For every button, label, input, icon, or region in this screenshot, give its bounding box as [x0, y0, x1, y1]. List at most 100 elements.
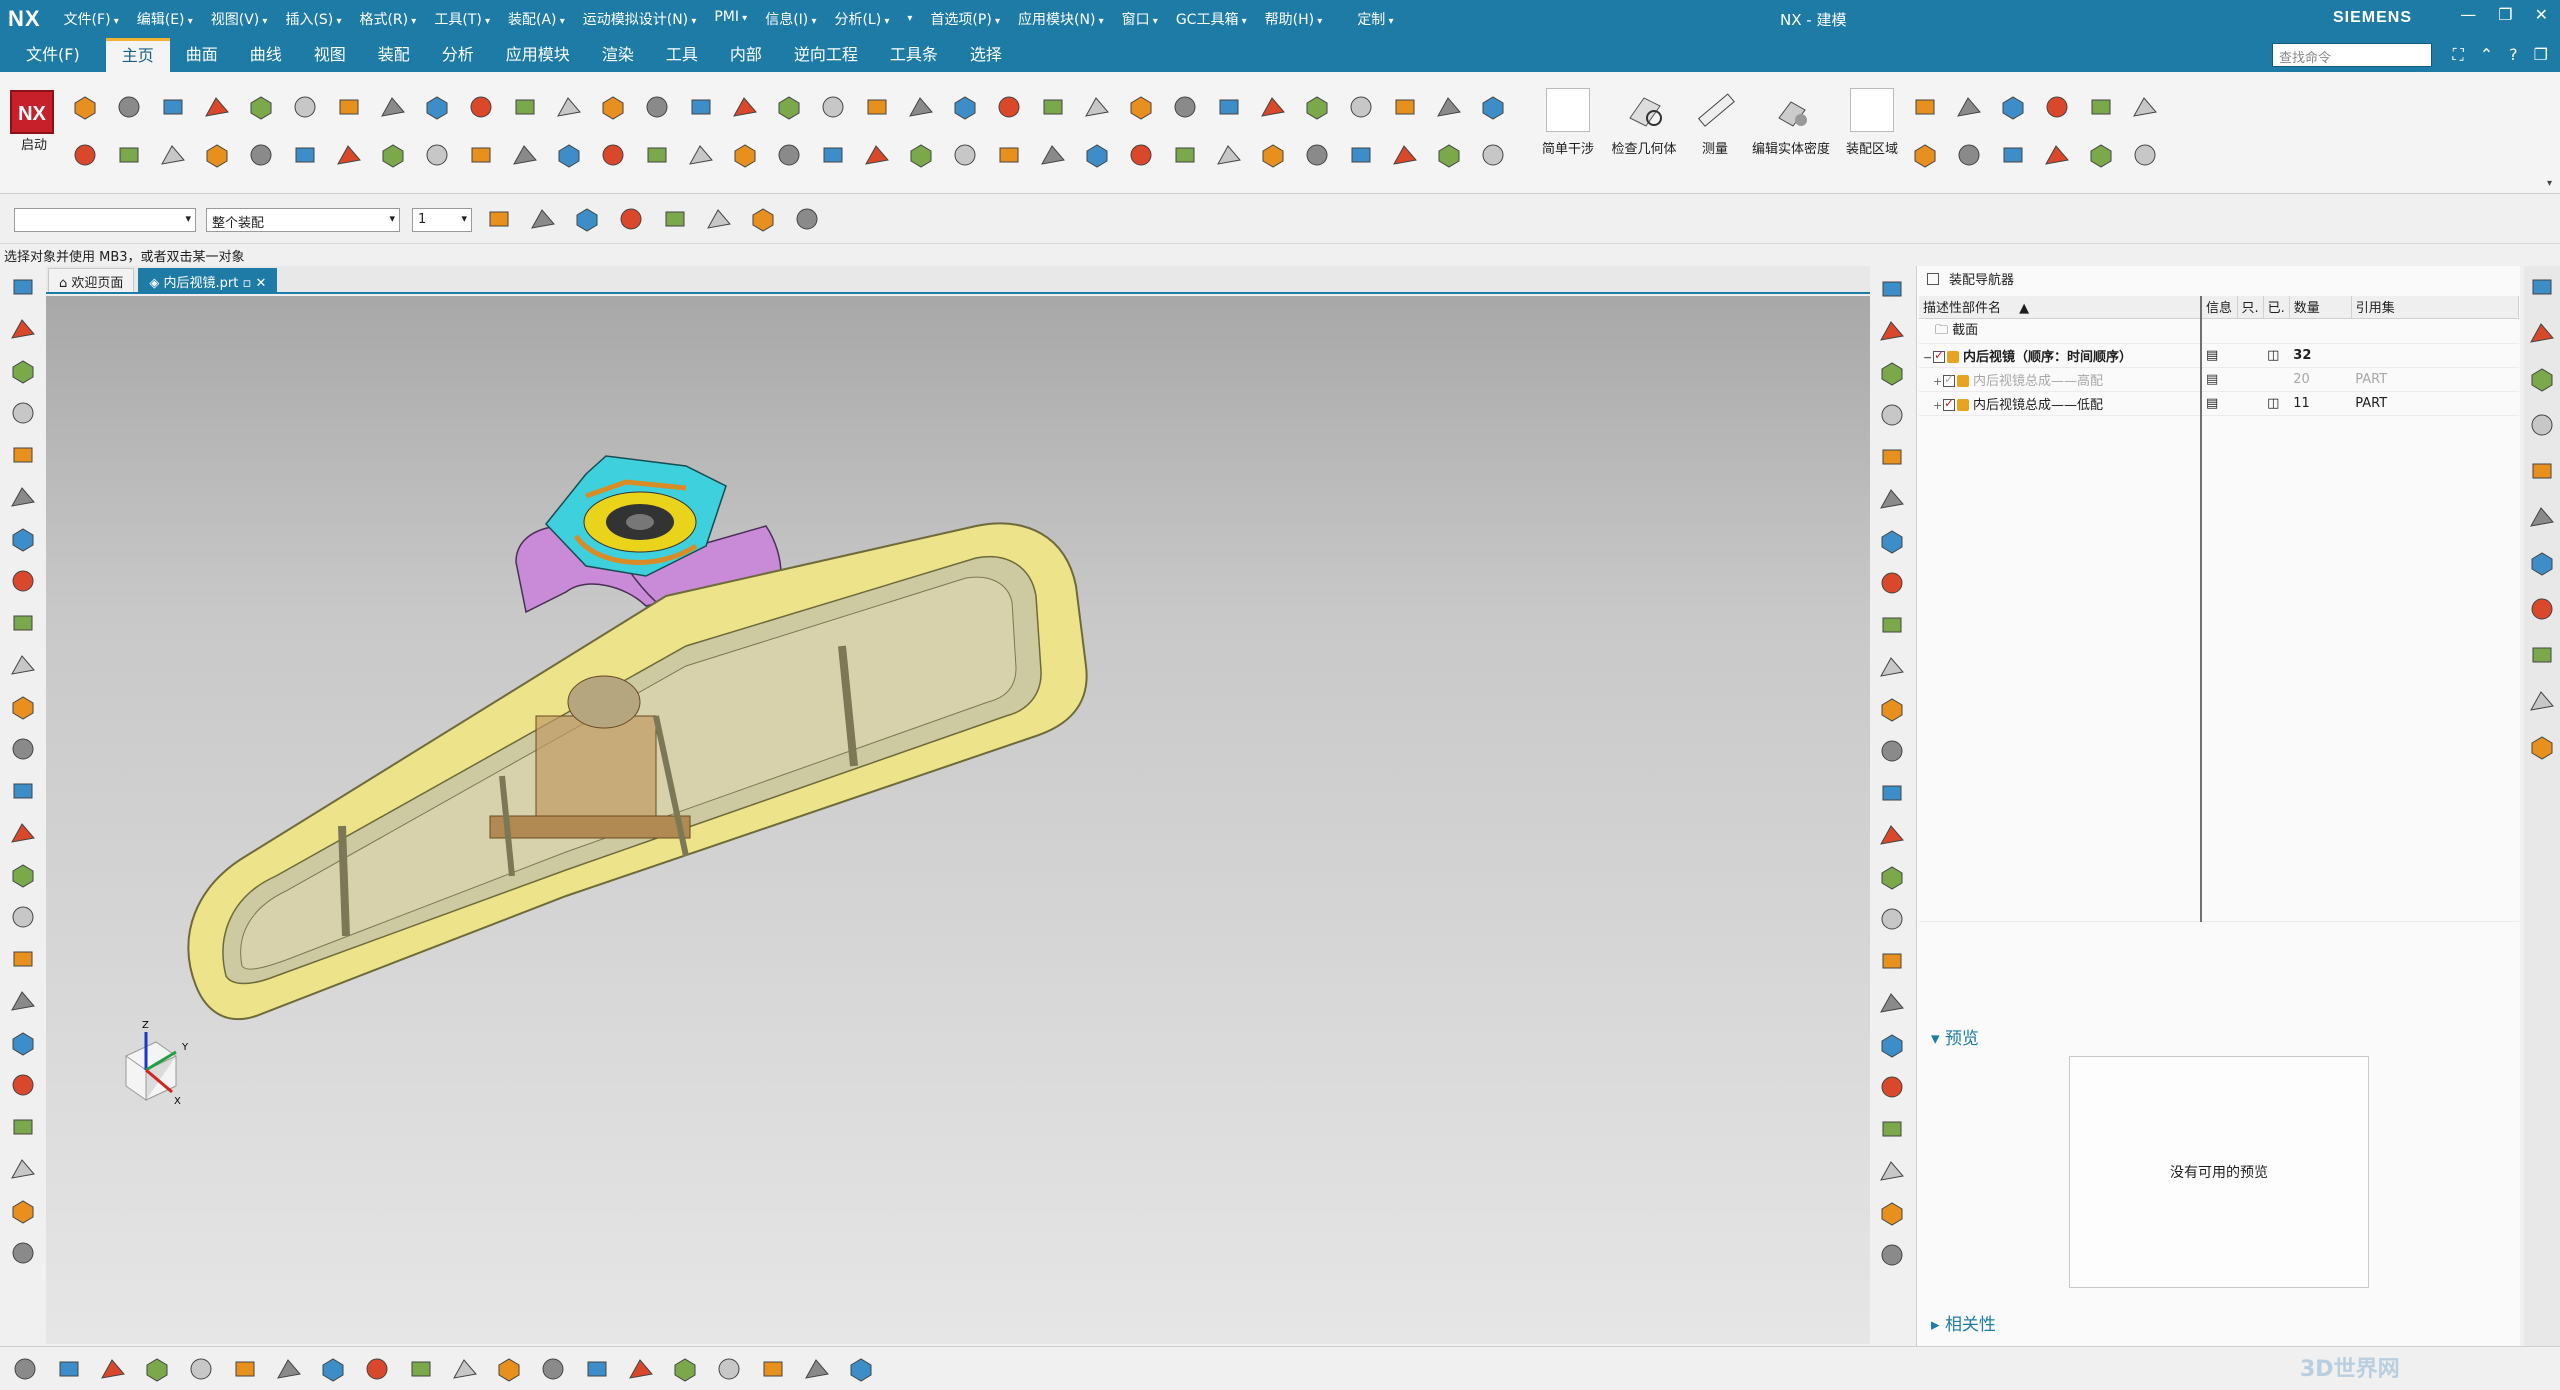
ribbon-tool-icon[interactable]: [598, 140, 628, 170]
ribbon-tool-icon[interactable]: [1346, 92, 1376, 122]
left-tool-icon[interactable]: [8, 1112, 38, 1142]
left-tool-icon[interactable]: [8, 902, 38, 932]
left-tool-icon[interactable]: [8, 860, 38, 890]
ribbon-tool-icon[interactable]: [994, 92, 1024, 122]
right-tool-icon[interactable]: [1877, 442, 1907, 472]
bottom-tool-icon[interactable]: [846, 1354, 876, 1384]
resource-tab-icon[interactable]: [2527, 594, 2553, 620]
restore-button[interactable]: ❐: [2498, 5, 2512, 24]
left-tool-icon[interactable]: [8, 608, 38, 638]
ribbon-tool-icon[interactable]: [1434, 92, 1464, 122]
ribbon-tool-icon[interactable]: [1390, 140, 1420, 170]
left-tool-icon[interactable]: [8, 524, 38, 554]
minimize-button[interactable]: —: [2460, 5, 2476, 24]
ribbon-tool-icon[interactable]: [642, 140, 672, 170]
command-search-input[interactable]: 查找命令: [2272, 43, 2432, 67]
selection-tool-icon[interactable]: [616, 204, 646, 234]
tab-analysis[interactable]: 分析: [426, 38, 490, 72]
tab-assembly[interactable]: 装配: [362, 38, 426, 72]
selection-tool-icon[interactable]: [792, 204, 822, 234]
tab-welcome-page[interactable]: ⌂ 欢迎页面: [48, 268, 135, 292]
ribbon-tool-icon[interactable]: [906, 140, 936, 170]
ribbon-tool-icon[interactable]: [1390, 92, 1420, 122]
bottom-tool-icon[interactable]: [274, 1354, 304, 1384]
pin-icon[interactable]: [1927, 273, 1939, 285]
ribbon-tool-icon[interactable]: [1258, 140, 1288, 170]
ribbon-tool-icon[interactable]: [950, 140, 980, 170]
close-button[interactable]: ✕: [2535, 5, 2548, 24]
left-tool-icon[interactable]: [8, 356, 38, 386]
check-geometry-button[interactable]: 检查几何体: [1604, 88, 1684, 157]
ribbon-tool-icon[interactable]: [554, 92, 584, 122]
col-reference-set[interactable]: 引用集: [2351, 296, 2520, 319]
left-tool-icon[interactable]: [8, 314, 38, 344]
tab-reverse-engineering[interactable]: 逆向工程: [778, 38, 874, 72]
col-modified[interactable]: 已.: [2263, 296, 2290, 319]
ribbon-tool-icon[interactable]: [1302, 140, 1332, 170]
right-tool-icon[interactable]: [1877, 988, 1907, 1018]
right-tool-icon[interactable]: [1877, 1114, 1907, 1144]
bottom-tool-icon[interactable]: [406, 1354, 436, 1384]
bottom-tool-icon[interactable]: [670, 1354, 700, 1384]
menu-insert[interactable]: 插入(S): [276, 9, 350, 29]
ribbon-tool-icon[interactable]: [1214, 92, 1244, 122]
ribbon-tool-icon[interactable]: [158, 92, 188, 122]
tab-part-file[interactable]: ◈ 内后视镜.prt ▫ ✕: [138, 268, 278, 292]
ribbon-tool-icon[interactable]: [1126, 140, 1156, 170]
left-tool-icon[interactable]: [8, 944, 38, 974]
selection-tool-icon[interactable]: [748, 204, 778, 234]
ribbon-tool-icon[interactable]: [510, 140, 540, 170]
assembly-zone-button[interactable]: 装配区域: [1840, 88, 1904, 157]
menu-gc-toolbox[interactable]: GC工具箱: [1167, 9, 1256, 29]
menu-pmi[interactable]: PMI: [705, 9, 756, 29]
tab-home[interactable]: 主页: [105, 38, 170, 72]
graphics-viewport[interactable]: Z Y X: [46, 296, 1870, 1344]
bottom-tool-icon[interactable]: [494, 1354, 524, 1384]
ribbon-tool-icon[interactable]: [818, 92, 848, 122]
right-tool-icon[interactable]: [1877, 1030, 1907, 1060]
tab-internal[interactable]: 内部: [714, 38, 778, 72]
tree-row-root-assembly[interactable]: −内后视镜（顺序：时间顺序） ▤◫32: [1919, 343, 2519, 368]
ribbon-tool-icon[interactable]: [1998, 92, 2028, 122]
ribbon-tool-icon[interactable]: [730, 140, 760, 170]
menu-application[interactable]: 应用模块(N): [1009, 9, 1113, 29]
ribbon-tool-icon[interactable]: [642, 92, 672, 122]
menu-help[interactable]: 帮助(H): [1256, 9, 1332, 29]
menu-format[interactable]: 格式(R): [350, 9, 425, 29]
tab-surface[interactable]: 曲面: [170, 38, 234, 72]
left-tool-icon[interactable]: [8, 650, 38, 680]
ribbon-tool-icon[interactable]: [1910, 92, 1940, 122]
right-tool-icon[interactable]: [1877, 1072, 1907, 1102]
ribbon-tool-icon[interactable]: [686, 92, 716, 122]
left-tool-icon[interactable]: [8, 1154, 38, 1184]
tab-render[interactable]: 渲染: [586, 38, 650, 72]
menu-window[interactable]: 窗口: [1113, 9, 1167, 29]
ribbon-tool-icon[interactable]: [334, 140, 364, 170]
bottom-tool-icon[interactable]: [758, 1354, 788, 1384]
tab-applications[interactable]: 应用模块: [490, 38, 586, 72]
bottom-tool-icon[interactable]: [362, 1354, 392, 1384]
bottom-tool-icon[interactable]: [626, 1354, 656, 1384]
tree-row-low-config[interactable]: +内后视镜总成——低配 ▤◫11PART: [1919, 391, 2519, 416]
tab-tools[interactable]: 工具: [650, 38, 714, 72]
ribbon-tool-icon[interactable]: [1038, 140, 1068, 170]
ribbon-tool-icon[interactable]: [2086, 140, 2116, 170]
left-tool-icon[interactable]: [8, 818, 38, 848]
right-tool-icon[interactable]: [1877, 820, 1907, 850]
bottom-tool-icon[interactable]: [582, 1354, 612, 1384]
ribbon-tool-icon[interactable]: [70, 140, 100, 170]
bottom-tool-icon[interactable]: [230, 1354, 260, 1384]
ribbon-tool-icon[interactable]: [1478, 140, 1508, 170]
collapse-icon[interactable]: −: [1923, 351, 1933, 364]
visibility-checkbox[interactable]: [1933, 348, 1945, 363]
menu-info[interactable]: 信息(I): [756, 9, 825, 29]
bottom-tool-icon[interactable]: [186, 1354, 216, 1384]
resource-tab-icon[interactable]: [2527, 410, 2553, 436]
selection-tool-icon[interactable]: [660, 204, 690, 234]
visibility-checkbox[interactable]: [1943, 372, 1955, 387]
tab-view[interactable]: 视图: [298, 38, 362, 72]
ribbon-tool-icon[interactable]: [1346, 140, 1376, 170]
ribbon-tool-icon[interactable]: [2086, 92, 2116, 122]
right-tool-icon[interactable]: [1877, 694, 1907, 724]
resource-tab-icon[interactable]: [2527, 732, 2553, 760]
